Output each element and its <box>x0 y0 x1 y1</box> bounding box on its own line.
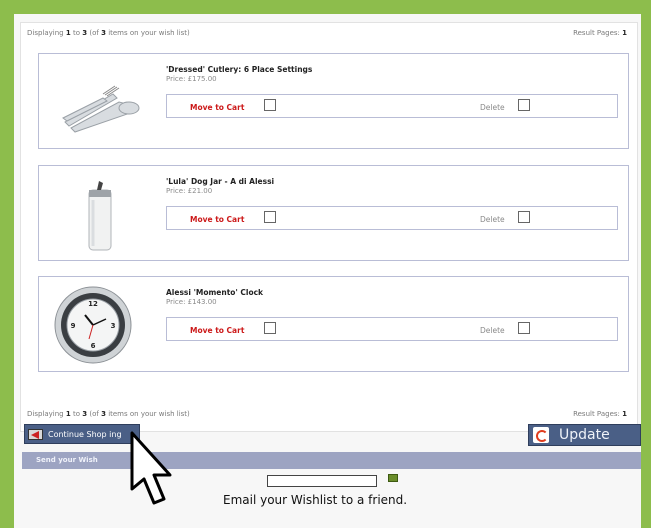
cutlery-image <box>43 58 167 144</box>
summary-prefix: Displaying <box>27 29 64 37</box>
refresh-icon <box>533 427 549 443</box>
item-title[interactable]: 'Dressed' Cutlery: 6 Place Settings <box>166 65 312 74</box>
item-title[interactable]: 'Lula' Dog Jar - A di Alessi <box>166 177 274 186</box>
summary-to-word: to <box>72 29 81 37</box>
item-actions: Move to Cart Delete <box>166 94 618 118</box>
email-wishlist-text: Email your Wishlist to a friend. <box>223 493 408 507</box>
summary-of: (of <box>89 29 99 37</box>
item-actions: Move to Cart Delete <box>166 206 618 230</box>
wishlist-summary-bottom: Displaying 1 to 3 (of 3 items on your wi… <box>27 410 190 418</box>
arrow-left-icon <box>28 428 43 440</box>
wishlist-summary-top: Displaying 1 to 3 (of 3 items on your wi… <box>27 29 190 37</box>
update-label: Update <box>559 427 610 443</box>
item-title[interactable]: Alessi 'Momento' Clock <box>166 288 263 297</box>
item-price: Price: £175.00 <box>166 75 217 83</box>
summary-from: 1 <box>65 410 71 418</box>
delete-label: Delete <box>480 215 505 224</box>
delete-checkbox[interactable] <box>518 211 530 223</box>
wishlist-item: 12 3 6 9 Alessi 'Momento' Clock Price: £… <box>38 276 629 372</box>
move-to-cart-label: Move to Cart <box>190 326 245 335</box>
send-wishlist-title: Send your Wish <box>36 456 98 464</box>
summary-prefix: Displaying <box>27 410 64 418</box>
move-to-cart-label: Move to Cart <box>190 103 245 112</box>
delete-checkbox[interactable] <box>518 322 530 334</box>
move-to-cart-label: Move to Cart <box>190 215 245 224</box>
item-actions: Move to Cart Delete <box>166 317 618 341</box>
delete-label: Delete <box>480 326 505 335</box>
summary-to: 3 <box>82 410 88 418</box>
result-page-number[interactable]: 1 <box>622 29 627 37</box>
move-to-cart-checkbox[interactable] <box>264 99 276 111</box>
wishlist-item: 'Dressed' Cutlery: 6 Place Settings Pric… <box>38 53 629 149</box>
summary-from: 1 <box>65 29 71 37</box>
svg-text:9: 9 <box>71 322 76 330</box>
summary-to-word: to <box>72 410 81 418</box>
move-to-cart-checkbox[interactable] <box>264 211 276 223</box>
move-to-cart-checkbox[interactable] <box>264 322 276 334</box>
summary-suffix: items on your wish list) <box>108 29 190 37</box>
friend-email-input[interactable] <box>267 475 377 487</box>
result-pages-top: Result Pages: 1 <box>573 29 627 37</box>
wishlist-item: 'Lula' Dog Jar - A di Alessi Price: £21.… <box>38 165 629 261</box>
summary-to: 3 <box>82 29 88 37</box>
mouse-pointer-icon <box>130 431 172 505</box>
result-page-number[interactable]: 1 <box>622 410 627 418</box>
result-pages-label: Result Pages: <box>573 29 620 37</box>
delete-checkbox[interactable] <box>518 99 530 111</box>
wishlist-panel: Displaying 1 to 3 (of 3 items on your wi… <box>14 14 641 528</box>
summary-total: 3 <box>101 410 106 418</box>
item-price: Price: £143.00 <box>166 298 217 306</box>
dog-jar-image <box>43 170 167 256</box>
result-pages-label: Result Pages: <box>573 410 620 418</box>
summary-suffix: items on your wish list) <box>108 410 190 418</box>
summary-total: 3 <box>101 29 106 37</box>
result-pages-bottom: Result Pages: 1 <box>573 410 627 418</box>
svg-text:3: 3 <box>111 322 116 330</box>
svg-text:12: 12 <box>88 300 98 308</box>
summary-of: (of <box>89 410 99 418</box>
wishlist-content: Displaying 1 to 3 (of 3 items on your wi… <box>20 22 638 432</box>
update-button[interactable]: Update <box>528 424 641 446</box>
delete-label: Delete <box>480 103 505 112</box>
continue-shopping-label: Continue Shop ing <box>48 429 122 439</box>
mail-icon[interactable] <box>388 474 398 482</box>
item-price: Price: £21.00 <box>166 187 213 195</box>
svg-text:6: 6 <box>91 342 96 350</box>
clock-image: 12 3 6 9 <box>43 281 167 367</box>
